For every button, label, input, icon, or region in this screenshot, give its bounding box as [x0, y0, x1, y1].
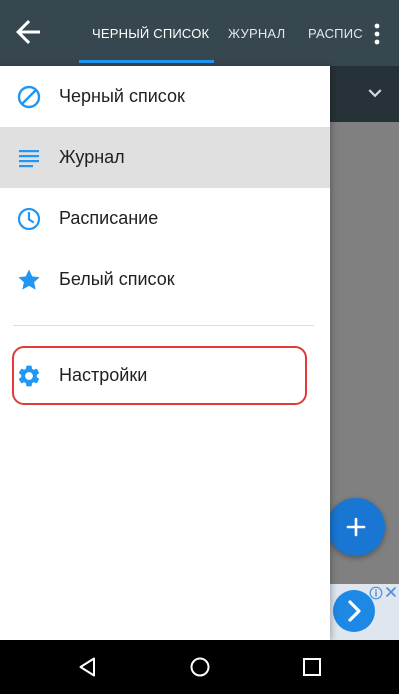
drawer-item-schedule[interactable]: Расписание [0, 188, 330, 249]
add-button[interactable] [327, 498, 385, 556]
block-icon [17, 85, 41, 109]
home-icon[interactable] [188, 655, 212, 679]
active-tab-indicator [79, 60, 214, 63]
drawer-item-label: Белый список [59, 269, 175, 289]
recents-icon[interactable] [300, 655, 324, 679]
arrow-left-icon[interactable] [10, 14, 46, 50]
drawer-item-white-list[interactable]: Белый список [0, 249, 330, 310]
clock-icon [17, 207, 41, 231]
drawer-divider [13, 325, 314, 326]
navigation-drawer: Черный список Журнал Расписание Белый сп… [0, 66, 330, 640]
list-icon [19, 150, 39, 168]
back-icon[interactable] [76, 655, 100, 679]
drawer-item-journal[interactable]: Журнал [0, 127, 330, 188]
tab-schedule[interactable]: РАСПИС [308, 0, 363, 66]
info-icon[interactable] [369, 586, 383, 600]
tab-journal[interactable]: ЖУРНАЛ [228, 0, 285, 66]
plus-icon [346, 517, 366, 537]
drawer-item-label: Журнал [59, 147, 125, 167]
drawer-item-black-list[interactable]: Черный список [0, 66, 330, 127]
star-icon [18, 269, 40, 290]
chevron-down-icon[interactable] [362, 80, 388, 106]
more-vert-icon[interactable] [365, 18, 389, 50]
tab-black-list[interactable]: ЧЕРНЫЙ СПИСОК [92, 0, 209, 66]
settings-highlight-ring [12, 346, 307, 405]
drawer-item-label: Расписание [59, 208, 159, 228]
close-icon[interactable] [385, 586, 397, 598]
app-bar: ЧЕРНЫЙ СПИСОК ЖУРНАЛ РАСПИС [0, 0, 399, 66]
drawer-item-label: Черный список [59, 86, 185, 106]
